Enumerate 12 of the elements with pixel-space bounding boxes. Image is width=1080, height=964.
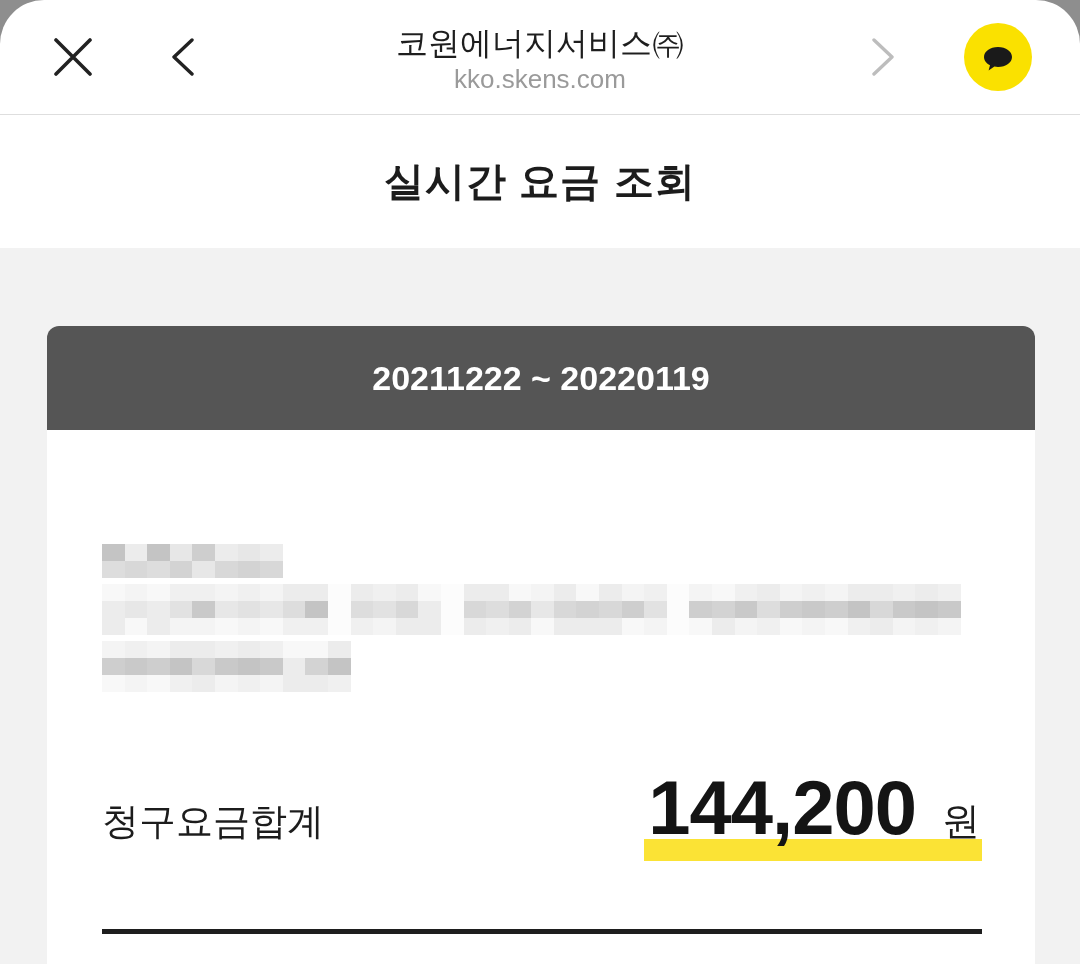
page-title: 실시간 요금 조회	[384, 158, 696, 205]
chevron-right-icon	[871, 38, 895, 76]
speech-bubble-icon	[964, 23, 1032, 91]
currency-unit: 원	[942, 799, 980, 844]
total-label: 청구요금합계	[102, 800, 324, 844]
close-icon	[54, 38, 92, 76]
period-header: 20211222 ~ 20220119	[47, 326, 1035, 430]
site-title: 코원에너지서비스㈜	[396, 24, 684, 63]
chevron-left-icon	[171, 38, 195, 76]
site-url: kko.skens.com	[454, 63, 626, 95]
chat-button[interactable]	[964, 23, 1032, 91]
total-amount: 144,200	[648, 770, 916, 846]
